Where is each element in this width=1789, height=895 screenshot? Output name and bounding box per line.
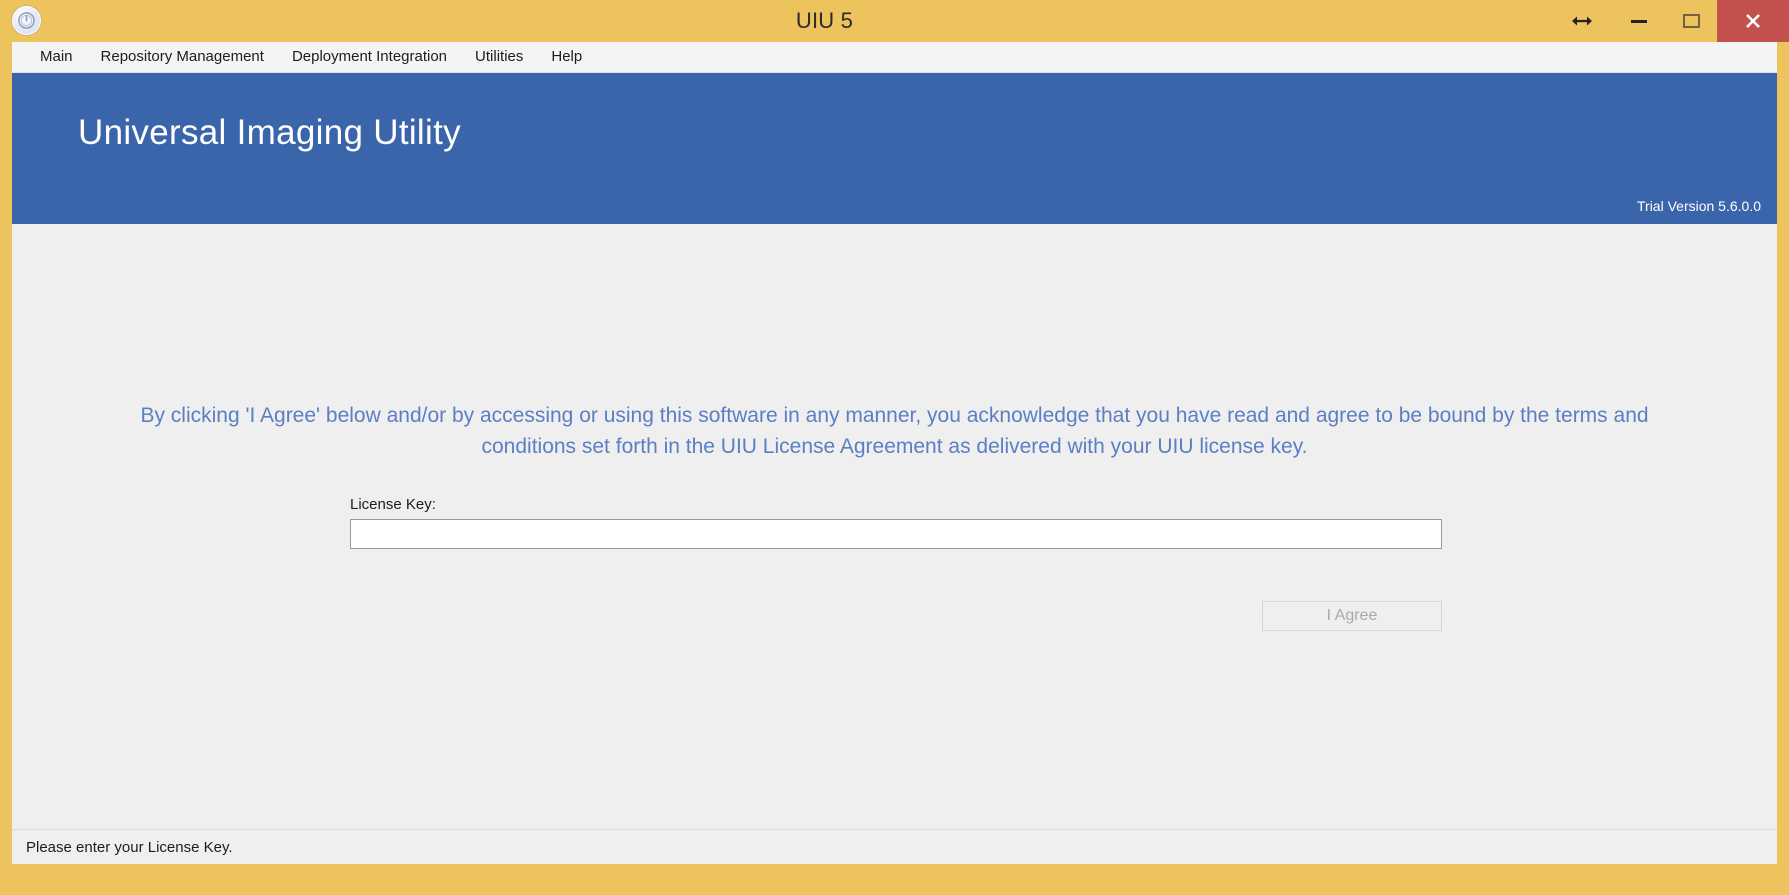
license-key-field-group: License Key: — [350, 496, 1450, 549]
menu-item-main[interactable]: Main — [26, 42, 87, 72]
close-button[interactable] — [1717, 0, 1789, 42]
minimize-button[interactable] — [1613, 0, 1665, 42]
window-title: UIU 5 — [795, 8, 854, 33]
app-banner: Universal Imaging Utility Trial Version … — [12, 73, 1777, 224]
minimize-icon — [1631, 19, 1647, 23]
content-pane: By clicking 'I Agree' below and/or by ac… — [12, 224, 1777, 830]
menu-item-utilities[interactable]: Utilities — [461, 42, 537, 72]
maximize-button[interactable] — [1665, 0, 1717, 42]
license-agreement-text: By clicking 'I Agree' below and/or by ac… — [140, 404, 1649, 458]
license-key-label: License Key: — [350, 496, 436, 513]
title-bar: UIU 5 — [12, 0, 1789, 42]
menu-item-help[interactable]: Help — [537, 42, 596, 72]
banner-product-title: Universal Imaging Utility — [78, 113, 461, 152]
application-window: UIU 5 Main Repository Management Deploym… — [0, 0, 1789, 895]
status-bar: Please enter your License Key. — [12, 830, 1777, 864]
resize-horizontal-icon[interactable] — [1551, 0, 1613, 42]
maximize-icon — [1682, 14, 1700, 28]
banner-version-label: Trial Version 5.6.0.0 — [1637, 198, 1761, 214]
status-message: Please enter your License Key. — [26, 838, 233, 856]
menu-item-deployment-integration[interactable]: Deployment Integration — [278, 42, 461, 72]
menu-item-repository-management[interactable]: Repository Management — [87, 42, 278, 72]
i-agree-button[interactable]: I Agree — [1262, 601, 1442, 631]
menu-bar: Main Repository Management Deployment In… — [12, 42, 1777, 73]
license-key-input[interactable] — [350, 519, 1442, 549]
window-controls — [1551, 0, 1789, 42]
close-icon — [1746, 14, 1760, 28]
